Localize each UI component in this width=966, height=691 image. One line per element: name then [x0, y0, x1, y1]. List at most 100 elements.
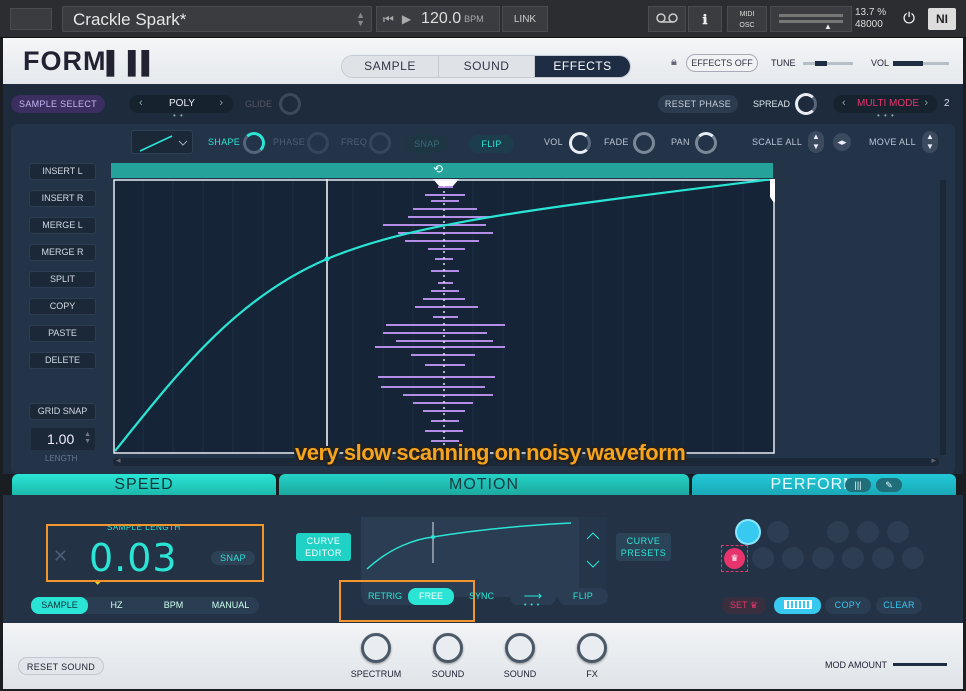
master-meter[interactable]: ▲: [770, 6, 852, 32]
mode-bpm[interactable]: BPM: [145, 597, 202, 614]
preset-name-field[interactable]: Crackle Spark* ▲ ▼: [62, 6, 372, 32]
merge-r-button[interactable]: MERGE R: [29, 244, 96, 261]
shape-knob[interactable]: [243, 132, 265, 154]
sound-knob-1[interactable]: [433, 633, 463, 663]
mod-amount-slider[interactable]: [893, 663, 947, 666]
midi-osc-indicator[interactable]: MIDI OSC: [727, 6, 767, 32]
poly-selector[interactable]: ‹ POLY › • •: [129, 95, 233, 120]
insert-l-button[interactable]: INSERT L: [29, 163, 96, 180]
freq-knob[interactable]: [369, 132, 391, 154]
loop-region-bar[interactable]: ⟲: [111, 162, 773, 178]
mode-hz[interactable]: HZ: [88, 597, 145, 614]
perform-mixer-icon[interactable]: |||: [845, 478, 871, 492]
perform-pad-10[interactable]: [872, 547, 894, 569]
perform-pad-2[interactable]: [767, 521, 789, 543]
phase-knob[interactable]: [307, 132, 329, 154]
info-icon[interactable]: ℹ: [688, 6, 722, 32]
perform-set-button[interactable]: SET ♛: [722, 597, 766, 614]
pan-knob[interactable]: [695, 132, 717, 154]
perform-wrench-icon[interactable]: ✎: [876, 478, 902, 492]
reset-phase-button[interactable]: RESET PHASE: [658, 95, 738, 113]
spread-knob[interactable]: [795, 93, 817, 115]
mode-sample[interactable]: SAMPLE: [31, 597, 88, 614]
curve-editor-button[interactable]: CURVE EDITOR: [296, 533, 351, 561]
split-button[interactable]: SPLIT: [29, 271, 96, 288]
length-stepper-icon[interactable]: ▲ ▼: [84, 431, 91, 445]
perform-pad-5[interactable]: [887, 521, 909, 543]
sound-label-1: SOUND: [431, 669, 465, 679]
tempo-value[interactable]: 120.0: [421, 10, 461, 28]
insert-r-button[interactable]: INSERT R: [29, 190, 96, 207]
sample-select-button[interactable]: SAMPLE SELECT: [11, 95, 105, 113]
poly-prev-icon[interactable]: ‹: [139, 97, 143, 109]
tab-sound[interactable]: SOUND: [438, 56, 534, 77]
lock-icon[interactable]: 🔒︎: [671, 56, 677, 69]
speed-section-tab[interactable]: SPEED: [12, 474, 276, 496]
multi-next-icon[interactable]: ›: [924, 97, 928, 109]
multi-prev-icon[interactable]: ‹: [842, 97, 846, 109]
cpu-value: 13.7 %: [855, 7, 887, 18]
set-label: SET: [730, 600, 748, 610]
length-field[interactable]: 1.00 ▲ ▼: [31, 428, 95, 450]
keyboard-toggle[interactable]: [774, 597, 821, 614]
meter-slider-icon[interactable]: ▲: [824, 22, 832, 31]
perform-section-tab[interactable]: PERFORM ||| ✎: [692, 474, 956, 496]
power-icon[interactable]: ⏻: [896, 6, 922, 32]
preset-arrows-icon[interactable]: ▲ ▼: [356, 11, 365, 28]
mode-manual[interactable]: MANUAL: [202, 597, 259, 614]
perform-pad-record[interactable]: ♛: [721, 545, 748, 572]
scroll-right-icon[interactable]: ▸: [931, 455, 936, 466]
effects-off-button[interactable]: EFFECTS OFF: [686, 54, 758, 72]
vol-knob[interactable]: [569, 132, 591, 154]
perform-clear-button[interactable]: CLEAR: [876, 597, 922, 614]
merge-l-button[interactable]: MERGE L: [29, 217, 96, 234]
perform-pad-7[interactable]: [782, 547, 804, 569]
shape-select[interactable]: [131, 130, 193, 154]
perform-pad-11[interactable]: [902, 547, 924, 569]
perform-pad-6[interactable]: [752, 547, 774, 569]
tape-icon[interactable]: [648, 6, 686, 32]
tune-slider[interactable]: [803, 61, 853, 66]
glide-knob[interactable]: [279, 93, 301, 115]
loop-icon[interactable]: ⟲: [433, 162, 443, 176]
motion-flip-toggle[interactable]: FLIP: [558, 588, 608, 605]
paste-button[interactable]: PASTE: [29, 325, 96, 342]
fx-knob[interactable]: [577, 633, 607, 663]
sample-rate: 48000: [855, 19, 883, 30]
waveform-display[interactable]: [113, 177, 778, 454]
snap-toggle[interactable]: SNAP: [406, 135, 448, 153]
multi-count[interactable]: 2: [944, 98, 950, 109]
vertical-scrollbar[interactable]: [940, 180, 946, 455]
perform-pad-8[interactable]: [812, 547, 834, 569]
restart-icon[interactable]: ⏮: [383, 12, 394, 27]
scale-all-left-right-icon[interactable]: ◂▸: [833, 133, 851, 151]
poly-next-icon[interactable]: ›: [219, 97, 223, 109]
play-icon[interactable]: ▶: [402, 12, 411, 26]
reset-sound-button[interactable]: RESET SOUND: [18, 657, 104, 675]
copy-button[interactable]: COPY: [29, 298, 96, 315]
sound-knob-2[interactable]: [505, 633, 535, 663]
spectrum-knob[interactable]: [361, 633, 391, 663]
fade-knob[interactable]: [633, 132, 655, 154]
tab-sample[interactable]: SAMPLE: [342, 56, 438, 77]
motion-section-tab[interactable]: MOTION: [279, 474, 689, 496]
scroll-left-icon[interactable]: ◂: [116, 455, 121, 466]
vol-slider[interactable]: [893, 61, 949, 66]
flip-toggle[interactable]: FLIP: [469, 135, 514, 153]
perform-pad-3[interactable]: [827, 521, 849, 543]
grid-snap-button[interactable]: GRID SNAP: [29, 403, 96, 420]
delete-button[interactable]: DELETE: [29, 352, 96, 369]
move-all-up-down-icon[interactable]: ▲ ▼: [922, 131, 938, 153]
host-folder-icon[interactable]: [10, 8, 52, 30]
ni-logo[interactable]: NI: [928, 8, 956, 30]
perform-pad-1[interactable]: [737, 521, 759, 543]
link-button[interactable]: LINK: [502, 6, 548, 32]
multi-mode-selector[interactable]: ‹ MULTI MODE › • • •: [833, 95, 937, 120]
scale-all-up-down-icon[interactable]: ▲ ▼: [808, 131, 824, 153]
curve-presets-button[interactable]: CURVE PRESETS: [616, 533, 671, 561]
tab-effects[interactable]: EFFECTS: [534, 56, 630, 77]
perform-pad-4[interactable]: [857, 521, 879, 543]
perform-pad-9[interactable]: [842, 547, 864, 569]
perform-copy-button[interactable]: COPY: [825, 597, 871, 614]
sync-toggle[interactable]: SYNC: [469, 591, 494, 601]
